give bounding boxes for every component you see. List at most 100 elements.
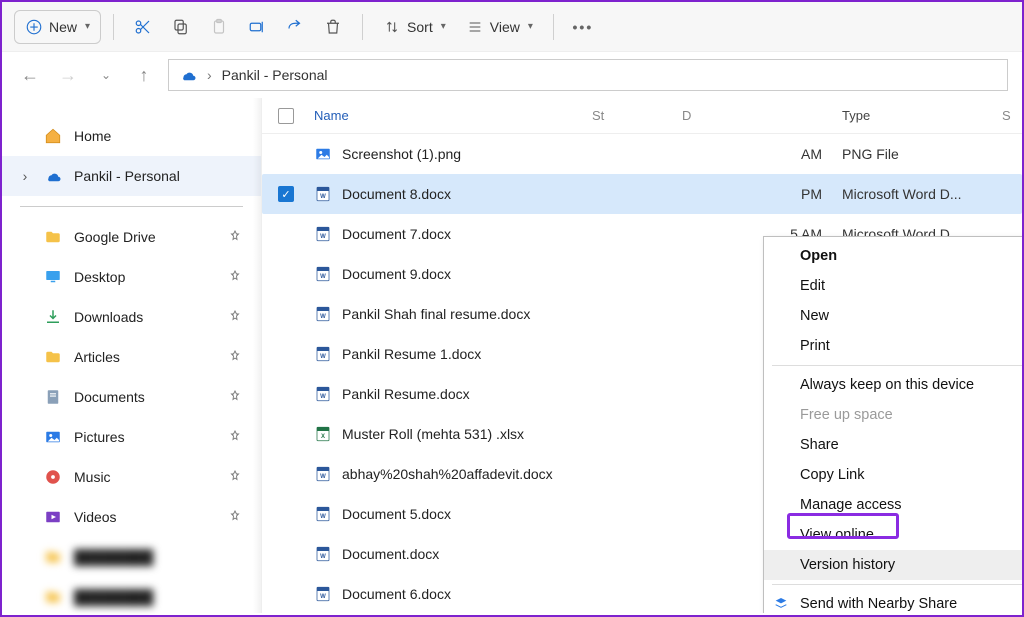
trash-icon xyxy=(324,18,342,36)
svg-text:W: W xyxy=(320,274,326,280)
nav-item-icon xyxy=(44,228,62,246)
ctx-manage-access[interactable]: Manage access xyxy=(764,490,1022,520)
file-name: Document 7.docx xyxy=(342,226,451,242)
recent-locations-button[interactable]: ⌄ xyxy=(92,61,120,89)
file-icon: W xyxy=(314,385,332,403)
nav-item-pictures[interactable]: Pictures xyxy=(2,417,261,457)
nav-onedrive-personal[interactable]: › Pankil - Personal xyxy=(2,156,261,196)
file-name: Document 9.docx xyxy=(342,266,451,282)
ctx-edit[interactable]: Edit xyxy=(764,271,1022,301)
nav-item-desktop[interactable]: Desktop xyxy=(2,257,261,297)
nearby-share-icon xyxy=(772,595,790,613)
file-name: Document 6.docx xyxy=(342,586,451,602)
ctx-separator xyxy=(772,365,1022,366)
nav-item-label: Pictures xyxy=(74,429,125,445)
nav-item-label: Downloads xyxy=(74,309,143,325)
navigation-row: ← → ⌄ ↑ › Pankil - Personal xyxy=(2,52,1022,98)
file-type: Microsoft Word D... xyxy=(842,186,1002,202)
file-date: PM xyxy=(682,186,842,202)
file-icon: W xyxy=(314,545,332,563)
row-checkbox[interactable]: ✓ xyxy=(278,186,294,202)
column-size[interactable]: S xyxy=(1002,108,1022,123)
rename-button[interactable] xyxy=(240,10,274,44)
ctx-copy-link[interactable]: Copy Link xyxy=(764,460,1022,490)
nav-item-videos[interactable]: Videos xyxy=(2,497,261,537)
nav-item-music[interactable]: Music xyxy=(2,457,261,497)
share-button[interactable] xyxy=(278,10,312,44)
new-button[interactable]: New ▾ xyxy=(14,10,101,44)
sort-button-label: Sort xyxy=(407,19,433,35)
nav-divider xyxy=(20,206,243,207)
new-button-label: New xyxy=(49,19,77,35)
ctx-version-history[interactable]: Version history xyxy=(764,550,1022,580)
sort-icon xyxy=(383,18,401,36)
file-name: Screenshot (1).png xyxy=(342,146,461,162)
back-button[interactable]: ← xyxy=(16,61,44,89)
expander-icon[interactable]: › xyxy=(18,168,32,184)
nav-item-documents[interactable]: Documents xyxy=(2,377,261,417)
nav-item-google-drive[interactable]: Google Drive xyxy=(2,217,261,257)
file-name: Document.docx xyxy=(342,546,439,562)
nav-home[interactable]: Home xyxy=(2,116,261,156)
column-name[interactable]: Name xyxy=(310,108,592,123)
nav-home-label: Home xyxy=(74,128,111,144)
svg-text:W: W xyxy=(320,594,326,600)
onedrive-icon xyxy=(179,66,197,84)
ctx-print[interactable]: Print xyxy=(764,331,1022,361)
column-status[interactable]: St xyxy=(592,108,682,123)
column-headers: Name St D Type S xyxy=(262,98,1022,134)
pin-icon xyxy=(229,309,241,325)
file-icon xyxy=(314,145,332,163)
home-icon xyxy=(44,127,62,145)
nav-item-icon xyxy=(44,508,62,526)
delete-button[interactable] xyxy=(316,10,350,44)
column-date[interactable]: D xyxy=(682,108,842,123)
ctx-always-keep[interactable]: Always keep on this device xyxy=(764,370,1022,400)
address-bar[interactable]: › Pankil - Personal xyxy=(168,59,1008,91)
pin-icon xyxy=(229,469,241,485)
rename-icon xyxy=(248,18,266,36)
nav-item-blurred[interactable]: ████████ xyxy=(2,577,261,617)
ctx-share[interactable]: Share xyxy=(764,430,1022,460)
file-icon: W xyxy=(314,185,332,203)
pin-icon xyxy=(229,389,241,405)
nav-item-downloads[interactable]: Downloads xyxy=(2,297,261,337)
pin-icon xyxy=(229,349,241,365)
nav-item-label: Google Drive xyxy=(74,229,156,245)
ctx-new[interactable]: New xyxy=(764,301,1022,331)
nav-item-icon xyxy=(44,388,62,406)
cut-button[interactable] xyxy=(126,10,160,44)
pin-icon xyxy=(229,509,241,525)
view-button[interactable]: View ▾ xyxy=(458,10,541,44)
toolbar-separator xyxy=(113,14,114,40)
paste-button[interactable] xyxy=(202,10,236,44)
file-icon: W xyxy=(314,345,332,363)
copy-button[interactable] xyxy=(164,10,198,44)
toolbar-separator xyxy=(362,14,363,40)
file-row[interactable]: Screenshot (1).png AM PNG File xyxy=(262,134,1022,174)
ellipsis-icon: ••• xyxy=(574,18,592,36)
nav-quick-access: Google Drive Desktop Downloads Articles … xyxy=(2,217,261,537)
file-row[interactable]: ✓ W Document 8.docx PM Microsoft Word D.… xyxy=(262,174,1022,214)
more-button[interactable]: ••• xyxy=(566,10,600,44)
file-icon: W xyxy=(314,505,332,523)
file-name: Document 8.docx xyxy=(342,186,451,202)
up-button[interactable]: ↑ xyxy=(130,61,158,89)
nav-item-icon xyxy=(44,268,62,286)
ctx-nearby-share[interactable]: Send with Nearby Share xyxy=(764,589,1022,613)
breadcrumb-location[interactable]: Pankil - Personal xyxy=(222,67,328,83)
ctx-view-online[interactable]: View online xyxy=(764,520,1022,550)
svg-text:W: W xyxy=(320,234,326,240)
onedrive-icon xyxy=(44,167,62,185)
forward-button[interactable]: → xyxy=(54,61,82,89)
view-button-label: View xyxy=(490,19,520,35)
scissors-icon xyxy=(134,18,152,36)
nav-item-blurred[interactable]: ████████ xyxy=(2,537,261,577)
nav-item-articles[interactable]: Articles xyxy=(2,337,261,377)
command-bar: New ▾ Sort ▾ xyxy=(2,2,1022,52)
select-all-checkbox[interactable] xyxy=(278,108,294,124)
file-name: Document 5.docx xyxy=(342,506,451,522)
sort-button[interactable]: Sort ▾ xyxy=(375,10,454,44)
column-type[interactable]: Type xyxy=(842,108,1002,123)
ctx-open[interactable]: Open xyxy=(764,241,1022,271)
